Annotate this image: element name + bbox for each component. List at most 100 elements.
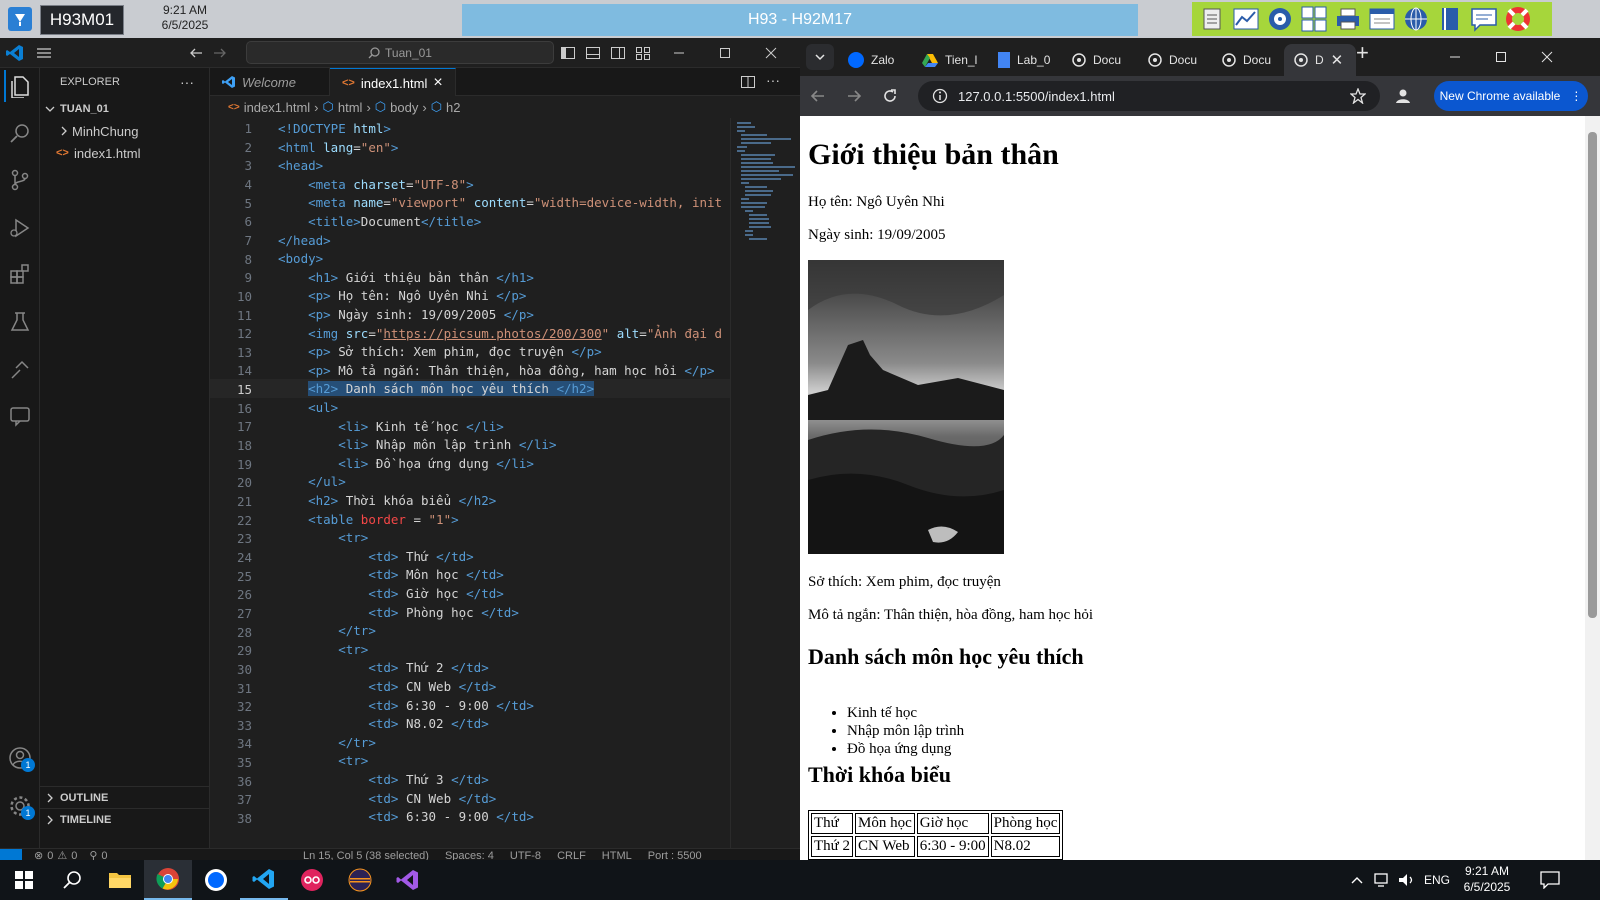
chrome-tab-lab[interactable]: Lab_0 (988, 44, 1060, 76)
vscode-icon[interactable] (240, 860, 288, 900)
testing-icon[interactable] (4, 306, 36, 338)
network-icon[interactable] (1374, 872, 1392, 888)
toggle-sidebar-icon[interactable] (560, 45, 576, 61)
code-editor[interactable]: 1 2 3 4 5 6 7 8 9 10 11 12 13 14 15 16 17 18 19 20 21 22 23 24 2… (210, 118, 730, 848)
maximize-button[interactable] (702, 38, 748, 68)
taskbar-clock[interactable]: 9:21 AM 6/5/2025 (1452, 863, 1522, 895)
eclipse-icon[interactable] (336, 860, 384, 900)
chrome-tab-docu-2[interactable]: Docu (1138, 44, 1207, 76)
tab-search-icon[interactable] (806, 44, 834, 70)
input-language[interactable]: ENG (1424, 873, 1450, 887)
more-menu-icon[interactable]: ⋮ (1570, 89, 1582, 103)
minimize-button[interactable] (656, 38, 702, 68)
code-line: <td> N8.02 </td> (368, 716, 489, 731)
more-actions-icon[interactable]: ··· (766, 72, 780, 88)
forward-arrow-icon[interactable] (212, 45, 228, 61)
command-center-search[interactable]: Tuan_01 (246, 41, 554, 64)
app-icon[interactable] (288, 860, 336, 900)
visual-studio-icon[interactable] (384, 860, 432, 900)
chrome-minimize-button[interactable] (1432, 40, 1478, 74)
toggle-panel-icon[interactable] (585, 45, 601, 61)
document-icon[interactable] (1196, 4, 1227, 34)
globe-icon[interactable] (1400, 4, 1431, 34)
line-number: 6 (244, 214, 252, 230)
back-arrow-icon[interactable] (810, 88, 826, 104)
search-icon[interactable] (48, 860, 96, 900)
forward-arrow-icon[interactable] (846, 88, 862, 104)
tab-index1[interactable]: <> index1.html × (330, 68, 456, 97)
volume-icon[interactable] (1398, 872, 1416, 888)
book-icon[interactable] (1434, 4, 1465, 34)
chrome-icon[interactable] (144, 860, 192, 900)
printer-icon[interactable] (1332, 4, 1363, 34)
update-chrome-button[interactable]: New Chrome available ⋮ (1434, 81, 1588, 111)
toggle-secondary-sidebar-icon[interactable] (610, 45, 626, 61)
line-number: 5 (244, 195, 252, 211)
file-explorer-icon[interactable] (96, 860, 144, 900)
tree-item-minhchung[interactable]: MinhChung (40, 120, 210, 142)
timeline-section[interactable]: TIMELINE (40, 808, 210, 830)
chrome-tab-docu-1[interactable]: Docu (1062, 44, 1131, 76)
window-icon[interactable] (1366, 4, 1397, 34)
tree-item-index1[interactable]: <> index1.html (40, 142, 210, 164)
workspace-folder[interactable]: TUAN_01 (40, 98, 210, 120)
search-text: Tuan_01 (385, 45, 432, 60)
customize-layout-icon[interactable] (635, 45, 651, 61)
chat-icon[interactable] (4, 400, 36, 432)
profile-icon[interactable] (1394, 87, 1412, 105)
back-arrow-icon[interactable] (188, 45, 204, 61)
search-icon[interactable] (4, 118, 36, 150)
breadcrumb-item[interactable]: index1.html (244, 100, 310, 115)
more-actions-icon[interactable]: ··· (180, 74, 194, 90)
chevron-up-icon[interactable] (1350, 873, 1364, 887)
settings-gear-icon[interactable]: 1 (4, 790, 36, 822)
explorer-icon[interactable] (4, 70, 36, 102)
breadcrumb-item[interactable]: body (390, 100, 418, 115)
page-scrollbar[interactable] (1585, 116, 1600, 860)
site-info-icon[interactable] (932, 88, 948, 104)
minimap[interactable] (730, 118, 800, 848)
chart-icon[interactable] (1230, 4, 1261, 34)
close-button[interactable] (748, 38, 794, 68)
chrome-tab-docu-3[interactable]: Docu (1212, 44, 1281, 76)
host-label[interactable]: H93M01 (40, 5, 124, 35)
breadcrumb-item[interactable]: html (338, 100, 363, 115)
outline-section[interactable]: OUTLINE (40, 786, 210, 808)
remote-icon[interactable] (4, 354, 36, 386)
menu-logo-icon[interactable] (6, 5, 34, 33)
remote-title[interactable]: H93 - H92M17 (462, 4, 1138, 36)
chrome-tab-zalo[interactable]: Zalo (838, 44, 904, 76)
extensions-icon[interactable] (4, 258, 36, 290)
keyboard-icon[interactable] (1298, 4, 1329, 34)
zalo-icon[interactable] (192, 860, 240, 900)
split-editor-icon[interactable] (740, 74, 756, 90)
code-line: </ul> (308, 474, 346, 489)
explorer-title: EXPLORER ··· (40, 70, 210, 94)
chrome-tab-label: Docu (1093, 53, 1122, 67)
source-control-icon[interactable] (4, 164, 36, 196)
run-debug-icon[interactable] (4, 212, 36, 244)
chrome-close-button[interactable] (1524, 40, 1570, 74)
line-number: 37 (236, 792, 252, 808)
tab-welcome[interactable]: Welcome (210, 68, 330, 96)
windows-start-icon[interactable] (0, 860, 48, 900)
menu-icon[interactable] (36, 45, 52, 61)
chrome-tab-active[interactable]: D ✕ (1284, 44, 1356, 76)
account-icon[interactable]: 1 (4, 742, 36, 774)
reload-icon[interactable] (882, 88, 898, 104)
chat-icon[interactable] (1468, 4, 1499, 34)
chrome-maximize-button[interactable] (1478, 40, 1524, 74)
lifebuoy-icon[interactable] (1502, 4, 1533, 34)
explorer-panel: EXPLORER ··· TUAN_01 MinhChung <> index1… (40, 68, 210, 848)
close-icon[interactable]: ✕ (1331, 51, 1344, 69)
scrollbar-thumb[interactable] (1588, 132, 1597, 618)
chrome-tab-tien[interactable]: Tien_l (912, 44, 987, 76)
address-bar[interactable]: 127.0.0.1:5500/index1.html (918, 81, 1380, 111)
disc-icon[interactable] (1264, 4, 1295, 34)
bookmark-star-icon[interactable] (1350, 88, 1366, 104)
line-number: 33 (236, 717, 252, 733)
notification-icon[interactable] (1540, 871, 1560, 889)
close-icon[interactable]: × (433, 74, 442, 92)
new-tab-button[interactable]: + (1356, 40, 1369, 66)
breadcrumb-item[interactable]: h2 (446, 100, 460, 115)
